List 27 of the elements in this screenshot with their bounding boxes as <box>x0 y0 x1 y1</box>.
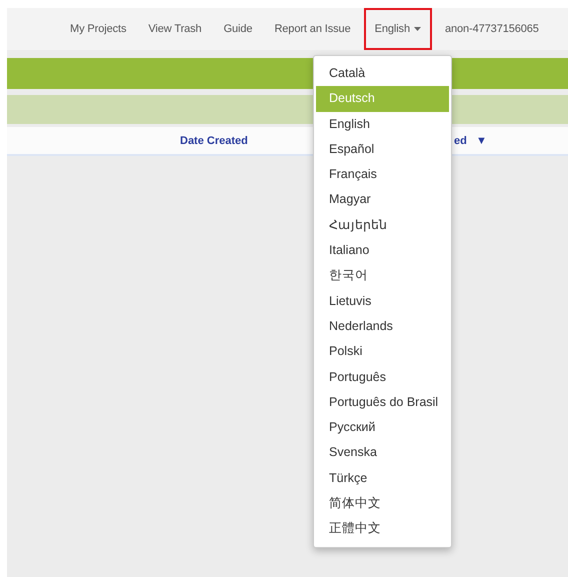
menu-item[interactable]: Magyar <box>316 187 449 213</box>
menu-item[interactable]: Português do Brasil <box>316 390 449 416</box>
menu-item[interactable]: 简体中文 <box>316 491 449 516</box>
menu-item[interactable]: Français <box>316 162 449 188</box>
language-dropdown[interactable]: English <box>364 8 432 50</box>
nav-link[interactable]: My Projects <box>59 8 138 50</box>
caret-icon <box>414 27 421 31</box>
column-header[interactable]: ed ▼ <box>454 134 487 146</box>
menu-item[interactable]: Polski <box>316 339 449 365</box>
menu-item[interactable]: Русский <box>316 415 449 440</box>
menu-item[interactable]: Türkçe <box>316 466 449 492</box>
menu-item[interactable]: Español <box>316 136 449 162</box>
menu-item[interactable]: Português <box>316 364 449 390</box>
nav-link[interactable]: View Trash <box>137 8 213 50</box>
menu-item[interactable]: 한국어 <box>316 263 449 289</box>
menu-item[interactable]: English <box>316 112 449 137</box>
column-header[interactable]: Date Created <box>180 134 248 146</box>
nav-link[interactable]: Report an Issue <box>263 8 362 50</box>
menu-item[interactable]: Svenska <box>316 440 449 466</box>
menu-item[interactable]: Italiano <box>316 238 449 264</box>
menu-item[interactable]: Català <box>316 61 449 86</box>
menu-item[interactable]: Lietuvis <box>316 288 449 314</box>
nav-link[interactable]: anon-47737156065 <box>434 8 550 50</box>
nav-link[interactable]: Guide <box>212 8 264 50</box>
menu-item[interactable]: 正體中文 <box>316 516 449 542</box>
menu-item[interactable]: Nederlands <box>316 314 449 340</box>
menu-item[interactable]: Հայերեն <box>316 212 449 238</box>
